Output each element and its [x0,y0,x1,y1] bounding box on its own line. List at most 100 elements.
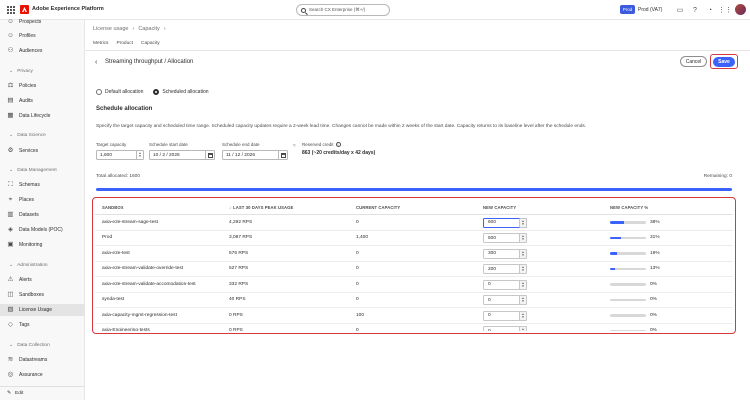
sidebar-section-data-collection[interactable]: ⌄ Data Collection [9,342,50,348]
current-capacity: 0 [356,250,359,256]
sidebar-section-data-management[interactable]: ⌄ Data Management [9,167,57,173]
table-body: axia-e2e-stream-sage-test 4,292 RPS 0 600 ▲ ▼… [95,215,733,331]
monitoring-icon: ▣ [7,240,14,248]
sidebar-item-monitoring[interactable]: ▣ Monitoring [0,239,84,251]
stepper-icon[interactable]: ▲▼ [519,217,527,228]
sidebar-item-audits[interactable]: ▤ Audits [0,95,84,107]
sidebar-item-assurance[interactable]: ◎ Assurance [0,369,84,381]
avatar[interactable] [735,4,746,15]
default-allocation-radio[interactable]: Default allocation [96,89,143,95]
sidebar-item-prospects[interactable]: ☺ Prospects [0,16,84,28]
col-new-capacity-pct[interactable]: New capacity % [610,205,648,210]
new-capacity-input[interactable]: 200 ▲ ▼ [483,264,527,274]
stepper-icon[interactable]: ▲▼ [519,310,527,321]
tab-metrics[interactable]: Metrics [93,41,108,46]
sidebar-item-data-models[interactable]: ◈ Data Models (POC) [0,224,84,236]
apps-grid-icon[interactable]: ⋮⋮ [718,6,732,14]
adobe-logo[interactable] [20,5,29,14]
sandbox-switcher[interactable]: Prod (VA7) [638,7,662,13]
back-arrow-icon[interactable]: ‹ [95,59,97,66]
col-new-capacity[interactable]: New capacity [483,205,516,210]
start-date-field[interactable]: 10 / 2 / 2026 [149,150,215,160]
sidebar-item-label: Datastreams [19,357,48,363]
breadcrumb: License usage › Capacity › [93,26,166,32]
sidebar-item-license-usage[interactable]: ▧ License Usage [0,304,84,316]
places-icon: ⌖ [8,195,13,203]
table-row: axia-e2e-stream-validate-override-test 52… [95,262,733,277]
table-header: Sandbox ↓ Last 30 days peak usage Current… [95,200,733,215]
sidebar-item-schemas[interactable]: ⛶ Schemas [0,179,84,191]
stepper-icon[interactable]: ▲▼ [136,151,143,159]
sidebar-item-policies[interactable]: ⚖ Policies [0,80,84,92]
info-icon[interactable]: i [335,142,341,147]
sidebar-item-label: Data Lifecycle [19,113,51,119]
new-capacity-pct: 38% [650,219,660,225]
cancel-button[interactable]: Cancel [680,56,707,67]
sidebar-item-services[interactable]: ⚙ Services [0,145,84,157]
sidebar-item-audiences[interactable]: ⚇ Audiences [0,45,84,57]
col-current-capacity[interactable]: Current capacity [356,205,400,210]
sidebar-item-places[interactable]: ⌖ Places [0,194,84,206]
sidebar-section-data-science[interactable]: ⌄ Data Science [9,132,46,138]
total-allocated: Total allocated: 1600 [96,174,141,179]
radio-unchecked-icon [96,89,102,95]
new-capacity-input[interactable]: 0 ▲▼ [483,310,527,321]
new-capacity-input[interactable]: 300 ▲ ▼ [483,248,527,259]
scheduled-allocation-radio[interactable]: Scheduled allocation [153,89,209,95]
stepper-icon[interactable]: ▲▼ [519,326,527,331]
breadcrumb-license-usage[interactable]: License usage [93,26,128,32]
search-input[interactable]: Search CX Enterprise (⌘+/) [296,4,390,16]
start-date-label: Schedule start date [149,142,188,147]
policies-icon: ⚖ [7,81,14,89]
save-button[interactable]: Save [713,57,735,67]
new-capacity-input[interactable]: 0 ▲▼ [483,326,527,331]
tab-product[interactable]: Product [116,41,133,46]
audiences-icon: ⚇ [7,46,14,54]
sidebar-item-profiles[interactable]: ☺ Profiles [0,30,84,42]
stepper-icon[interactable]: ▲▼ [519,279,527,290]
sidebar-edit-button[interactable]: ✎ Edit [0,386,84,400]
prod-badge[interactable]: Prod [620,5,635,14]
sidebar-item-datastreams[interactable]: ≋ Datastreams [0,354,84,366]
calendar-icon[interactable] [205,151,214,159]
sidebar-section-administration[interactable]: ⌄ Administration [9,262,48,268]
stepper-icon[interactable]: ▲▼ [519,295,527,305]
chevron-down-icon: ⌄ [9,167,14,173]
breadcrumb-capacity[interactable]: Capacity [138,26,159,32]
app-switcher-icon[interactable] [7,6,15,14]
end-date-value: 11 / 12 / 2026 [226,152,255,158]
new-capacity-pct-bar [610,252,646,255]
help-icon[interactable]: ? [691,6,699,14]
new-capacity-pct-fill [610,221,624,224]
col-sandbox[interactable]: Sandbox [102,205,124,210]
col-peak-usage-label: Last 30 days peak usage [233,204,294,210]
stepper-icon[interactable]: ▲▼ [519,264,527,274]
end-date-field[interactable]: 11 / 12 / 2026 [222,150,288,160]
new-capacity-input[interactable]: 500 ▲ ▼ [483,233,527,243]
calendar-icon[interactable] [278,151,287,159]
brand-name[interactable]: Adobe Experience Platform [32,6,104,12]
sidebar-item-data-lifecycle[interactable]: ▦ Data Lifecycle [0,110,84,122]
stepper-icon[interactable]: ▲▼ [519,233,527,243]
sidebar-item-label: Assurance [19,372,43,378]
notifications-icon[interactable]: ◔ [706,6,714,14]
stepper-icon[interactable]: ▲▼ [519,248,527,259]
col-peak-usage[interactable]: ↓ Last 30 days peak usage [229,205,293,210]
chat-icon[interactable]: ▭ [676,6,684,14]
new-capacity-input[interactable]: 600 ▲ ▼ [483,217,527,228]
target-capacity-field[interactable]: 1,600 ▲ ▼ [96,150,144,160]
sidebar-item-tags[interactable]: ◇ Tags [0,319,84,331]
new-capacity-pct-bar [610,314,646,317]
sidebar-item-alerts[interactable]: ⚠ Alerts [0,274,84,286]
new-capacity-input[interactable]: 0 ▲▼ [483,279,527,290]
tab-capacity[interactable]: Capacity [141,41,160,46]
sidebar-item-sandboxes[interactable]: ◫ Sandboxes [0,289,84,301]
peak-usage: 527 RPS [229,266,249,272]
new-capacity-input[interactable]: 0 ▲▼ [483,295,527,305]
section-label: Privacy [17,68,33,74]
section-label: Data Collection [17,342,50,348]
sidebar-item-datasets[interactable]: ▥ Datasets [0,209,84,221]
current-capacity: 0 [356,328,359,331]
sidebar-section-privacy[interactable]: ⌄ Privacy [9,68,33,74]
peak-usage: 3,087 RPS [229,235,253,241]
